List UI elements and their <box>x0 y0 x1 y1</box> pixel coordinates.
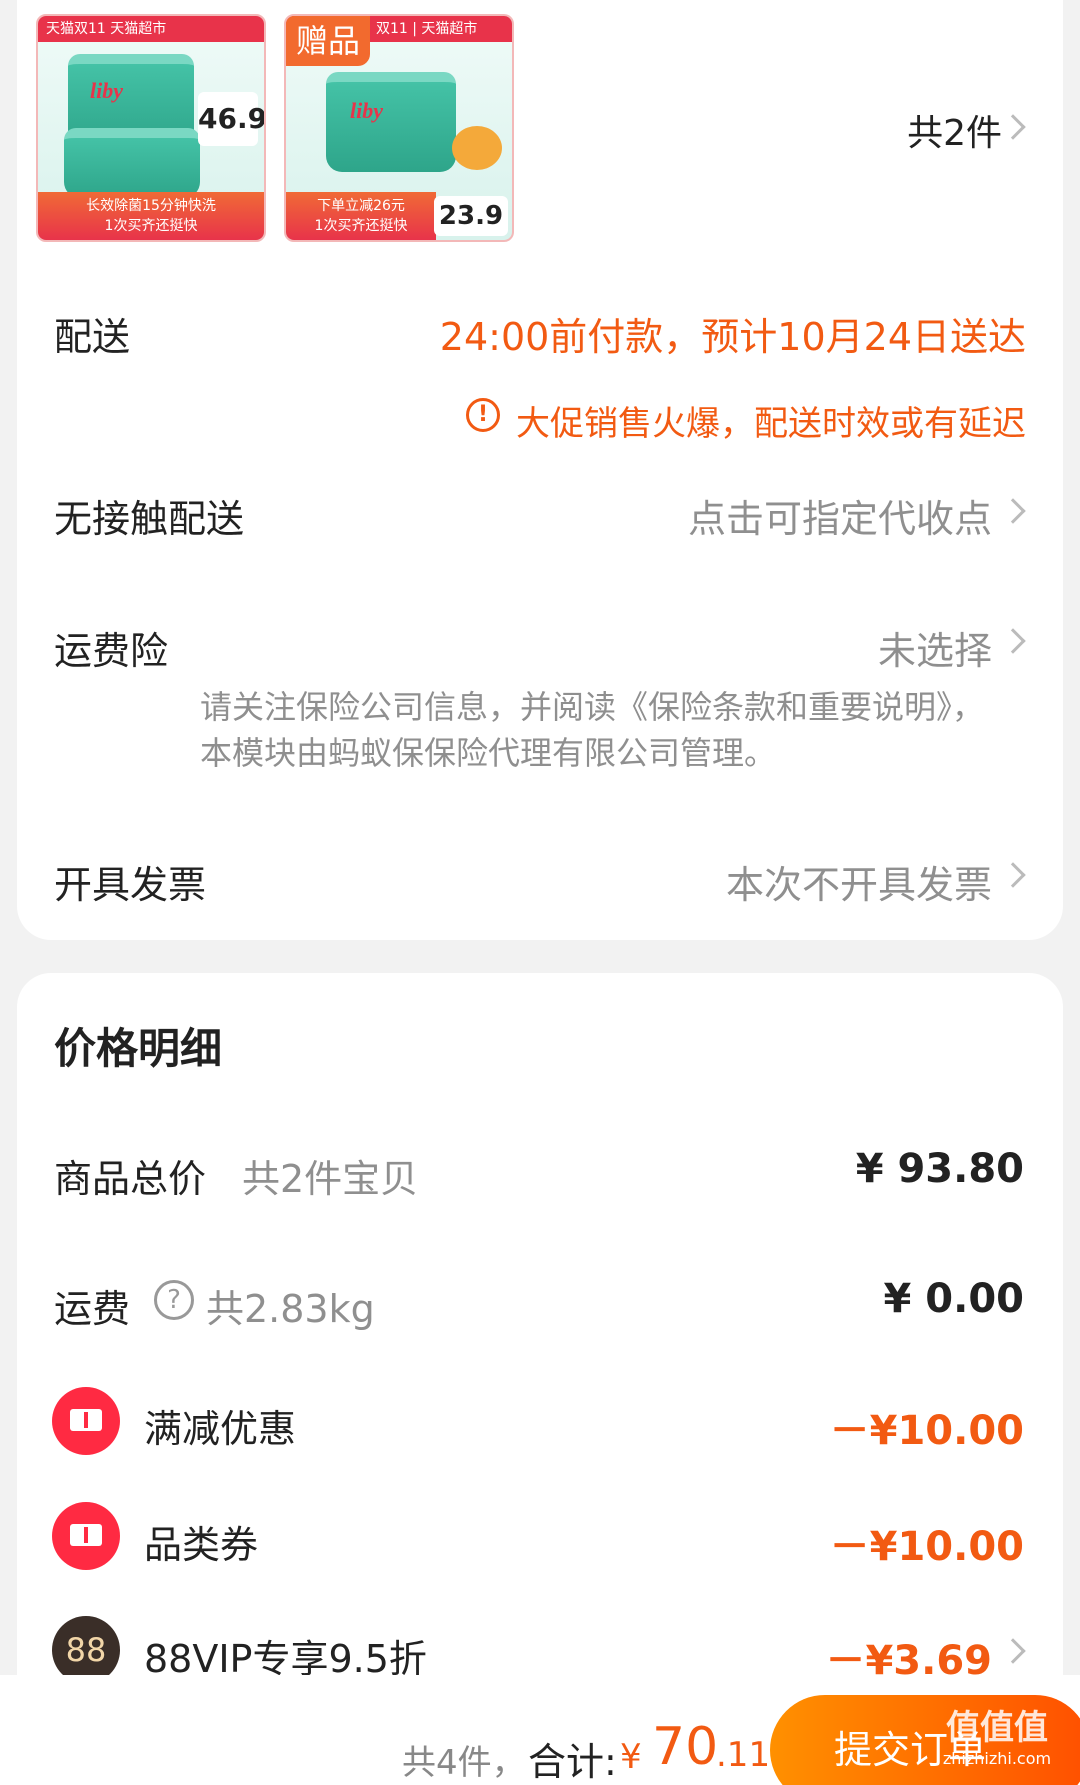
help-icon[interactable]: ? <box>154 1280 194 1320</box>
discount-label: 满减优惠 <box>144 1407 297 1451</box>
shipping-fee-value: ¥ 0.00 <box>883 1276 1024 1322</box>
checkout-bar: 共4件， 合计: ¥ 70 .11 提交订单 <box>0 1675 1080 1785</box>
total-amount-decimal: .11 <box>716 1735 771 1775</box>
product-thumbnail-1[interactable]: 天猫双11 天猫超市 liby 46.9 长效除菌15分钟快洗 1次买齐还挺快 <box>36 14 266 242</box>
delivery-warning: 大促销售火爆，配送时效或有延迟 <box>516 404 1026 444</box>
discount-value: －¥10.00 <box>829 1408 1024 1454</box>
total-item-count: 共4件， <box>402 1743 526 1783</box>
product-thumbnail-2[interactable]: 双11 | 天猫超市 liby 赠品 下单立减26元 1次买齐还挺快 23.9 <box>284 14 514 242</box>
category-coupon-label: 品类券 <box>144 1523 259 1567</box>
item-count-link[interactable]: 共2件 <box>907 104 1002 156</box>
insurance-note: 请关注保险公司信息，并阅读《保险条款和重要说明》，本模块由蚂蚁保保险代理有限公司… <box>200 688 985 772</box>
total-amount-integer: 70 <box>652 1717 719 1777</box>
site-watermark: 值值值 zhizhizhi.com <box>942 1708 1052 1768</box>
shipping-fee-label: 运费 <box>54 1287 131 1331</box>
brand-logo: liby <box>350 98 383 123</box>
total-label: 合计: <box>528 1740 617 1784</box>
goods-total-value: ¥ 93.80 <box>855 1146 1024 1192</box>
delivery-label: 配送 <box>54 315 131 359</box>
warning-icon: ! <box>466 398 500 432</box>
goods-total-sub: 共2件宝贝 <box>242 1157 419 1201</box>
price-detail-title: 价格明细 <box>54 1024 223 1073</box>
tmall-cat-icon <box>452 126 502 170</box>
brand-logo: liby <box>90 78 123 103</box>
shipping-insurance-value[interactable]: 未选择 <box>878 620 992 675</box>
goods-total-label: 商品总价 <box>54 1157 207 1201</box>
shipping-insurance-label: 运费险 <box>54 629 169 673</box>
shipping-weight: 共2.83kg <box>206 1287 375 1331</box>
price-detail-card <box>17 973 1063 1713</box>
invoice-label: 开具发票 <box>54 863 207 907</box>
product-box-image <box>326 72 456 172</box>
thumbnail-price: 46.9 <box>198 92 264 146</box>
currency-symbol: ¥ <box>620 1737 642 1777</box>
contactless-value[interactable]: 点击可指定代收点 <box>688 488 992 543</box>
delivery-eta: 24:00前付款，预计10月24日送达 <box>439 315 1026 359</box>
contactless-label: 无接触配送 <box>54 497 245 541</box>
invoice-value[interactable]: 本次不开具发票 <box>726 854 992 909</box>
thumbnail-top-band: 天猫双11 天猫超市 <box>38 16 264 42</box>
coupon-icon <box>52 1502 120 1570</box>
vip-88-icon: 88 <box>52 1616 120 1684</box>
category-coupon-value: －¥10.00 <box>829 1524 1024 1570</box>
gift-badge: 赠品 <box>286 16 370 66</box>
coupon-icon <box>52 1387 120 1455</box>
thumbnail-bottom-band: 长效除菌15分钟快洗 1次买齐还挺快 <box>38 192 264 240</box>
product-thumbnails[interactable]: 天猫双11 天猫超市 liby 46.9 长效除菌15分钟快洗 1次买齐还挺快 … <box>36 14 514 242</box>
product-box-image <box>64 128 200 198</box>
thumbnail-bottom-band: 下单立减26元 1次买齐还挺快 <box>286 192 436 240</box>
thumbnail-price: 23.9 <box>434 196 508 236</box>
